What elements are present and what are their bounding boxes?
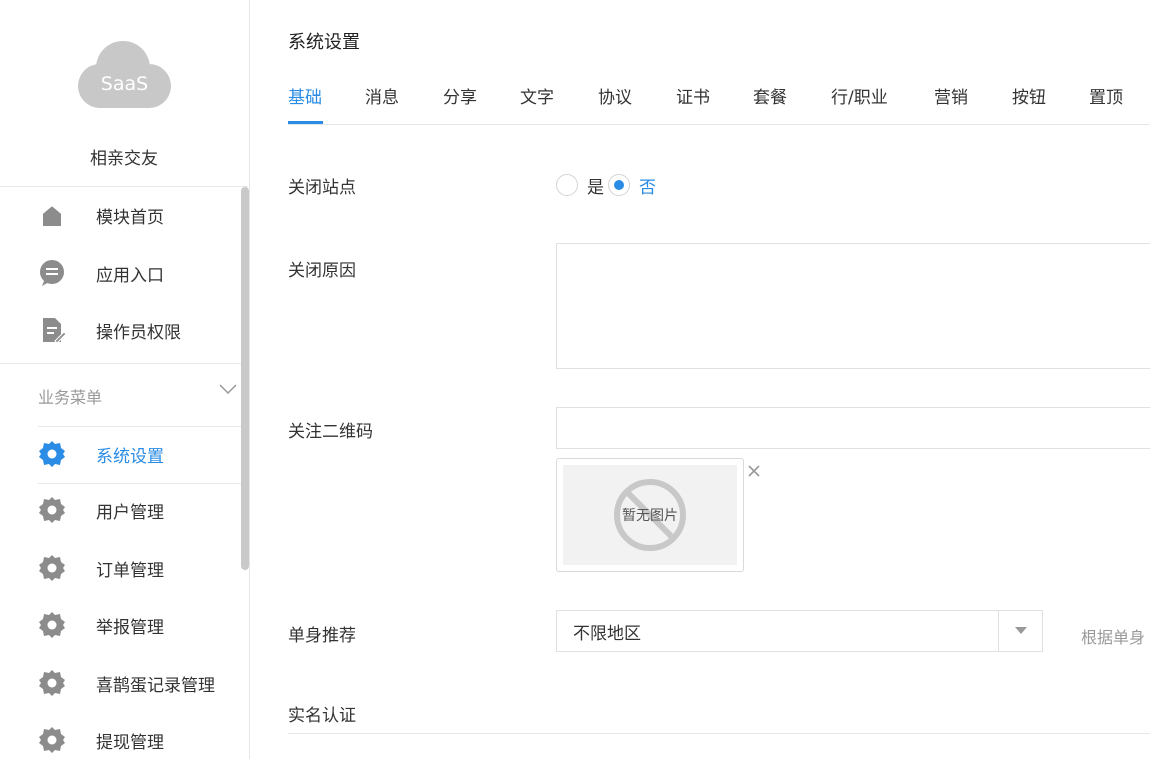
sidebar-scrollbar[interactable] bbox=[241, 187, 249, 570]
page-title: 系统设置 bbox=[288, 32, 360, 53]
gear-icon bbox=[38, 496, 66, 524]
sidebar: SaaS 相亲交友 模块首页 应用入口 操作员权限 业务菜单 系统设置 用户管理 bbox=[0, 0, 250, 759]
sidebar-item-system-settings[interactable]: 系统设置 bbox=[0, 430, 240, 478]
gear-icon bbox=[38, 669, 66, 697]
sidebar-item-operator-permissions[interactable]: 操作员权限 bbox=[0, 306, 240, 354]
sidebar-item-module-home[interactable]: 模块首页 bbox=[0, 191, 240, 239]
gear-icon bbox=[38, 726, 66, 754]
qrcode-input[interactable] bbox=[556, 407, 1150, 449]
single-recommend-hint: 根据单身 bbox=[1081, 628, 1146, 647]
tab-certificate[interactable]: 证书 bbox=[676, 83, 710, 108]
tab-share[interactable]: 分享 bbox=[443, 83, 477, 108]
tab-agreement[interactable]: 协议 bbox=[598, 83, 632, 108]
image-placeholder: 暂无图片 bbox=[563, 465, 737, 565]
gear-icon bbox=[38, 554, 66, 582]
tab-pin-top[interactable]: 置顶 bbox=[1089, 83, 1123, 108]
chevron-down-icon[interactable] bbox=[998, 611, 1042, 651]
tab-buttons[interactable]: 按钮 bbox=[1012, 83, 1046, 108]
tab-package[interactable]: 套餐 bbox=[753, 83, 787, 108]
sidebar-item-label: 系统设置 bbox=[96, 446, 164, 467]
sidebar-item-label: 喜鹊蛋记录管理 bbox=[96, 675, 215, 696]
sidebar-item-user-management[interactable]: 用户管理 bbox=[0, 486, 240, 534]
logo-text: SaaS bbox=[100, 73, 149, 95]
tab-basic[interactable]: 基础 bbox=[288, 83, 322, 108]
sidebar-item-magpie-egg-records[interactable]: 喜鹊蛋记录管理 bbox=[0, 659, 240, 707]
no-image-text: 暂无图片 bbox=[622, 508, 678, 524]
close-site-no-radio[interactable] bbox=[608, 174, 630, 196]
close-reason-label: 关闭原因 bbox=[288, 261, 356, 281]
region-select-value: 不限地区 bbox=[573, 623, 641, 644]
tab-marketing[interactable]: 营销 bbox=[934, 83, 968, 108]
tab-text[interactable]: 文字 bbox=[520, 83, 554, 108]
sidebar-item-label: 举报管理 bbox=[96, 617, 164, 638]
qrcode-image-preview[interactable]: 暂无图片 bbox=[556, 458, 744, 572]
sidebar-item-withdrawal-management[interactable]: 提现管理 bbox=[0, 716, 240, 759]
logo: SaaS bbox=[77, 40, 172, 110]
sidebar-item-label: 模块首页 bbox=[96, 207, 164, 228]
gear-icon bbox=[38, 440, 66, 468]
sidebar-item-report-management[interactable]: 举报管理 bbox=[0, 601, 240, 649]
chat-icon bbox=[38, 259, 66, 287]
sidebar-item-label: 操作员权限 bbox=[96, 322, 181, 343]
single-recommend-label: 单身推荐 bbox=[288, 626, 356, 646]
close-site-label: 关闭站点 bbox=[288, 178, 356, 198]
gear-icon bbox=[38, 611, 66, 639]
tab-industry-occupation[interactable]: 行/职业 bbox=[831, 83, 888, 108]
close-site-yes-radio[interactable] bbox=[556, 174, 578, 196]
menu-group-title[interactable]: 业务菜单 bbox=[38, 384, 102, 408]
sidebar-item-app-entry[interactable]: 应用入口 bbox=[0, 249, 240, 297]
sidebar-item-label: 订单管理 bbox=[96, 560, 164, 581]
sidebar-item-order-management[interactable]: 订单管理 bbox=[0, 544, 240, 592]
sidebar-item-label: 用户管理 bbox=[96, 502, 164, 523]
close-reason-textarea[interactable] bbox=[556, 243, 1150, 369]
divider bbox=[0, 186, 248, 187]
divider bbox=[288, 733, 1150, 734]
site-name: 相亲交友 bbox=[90, 149, 158, 169]
real-name-label: 实名认证 bbox=[288, 706, 356, 726]
close-icon[interactable] bbox=[745, 462, 763, 480]
close-site-no-label[interactable]: 否 bbox=[639, 173, 656, 198]
close-site-radio-group: 是 否 bbox=[556, 172, 660, 198]
divider bbox=[38, 426, 248, 427]
sidebar-item-label: 应用入口 bbox=[96, 265, 164, 286]
active-tab-indicator bbox=[288, 121, 323, 124]
home-icon bbox=[38, 201, 66, 229]
close-site-yes-label[interactable]: 是 bbox=[587, 173, 604, 198]
qrcode-label: 关注二维码 bbox=[288, 422, 373, 442]
divider bbox=[0, 363, 248, 364]
divider bbox=[38, 483, 248, 484]
document-edit-icon bbox=[38, 316, 66, 344]
chevron-down-icon[interactable] bbox=[218, 381, 238, 397]
region-select[interactable]: 不限地区 bbox=[556, 610, 1043, 652]
tab-bar: 基础 消息 分享 文字 协议 证书 套餐 行/职业 营销 按钮 置顶 bbox=[288, 72, 1150, 125]
sidebar-item-label: 提现管理 bbox=[96, 732, 164, 753]
tab-messages[interactable]: 消息 bbox=[365, 83, 399, 108]
